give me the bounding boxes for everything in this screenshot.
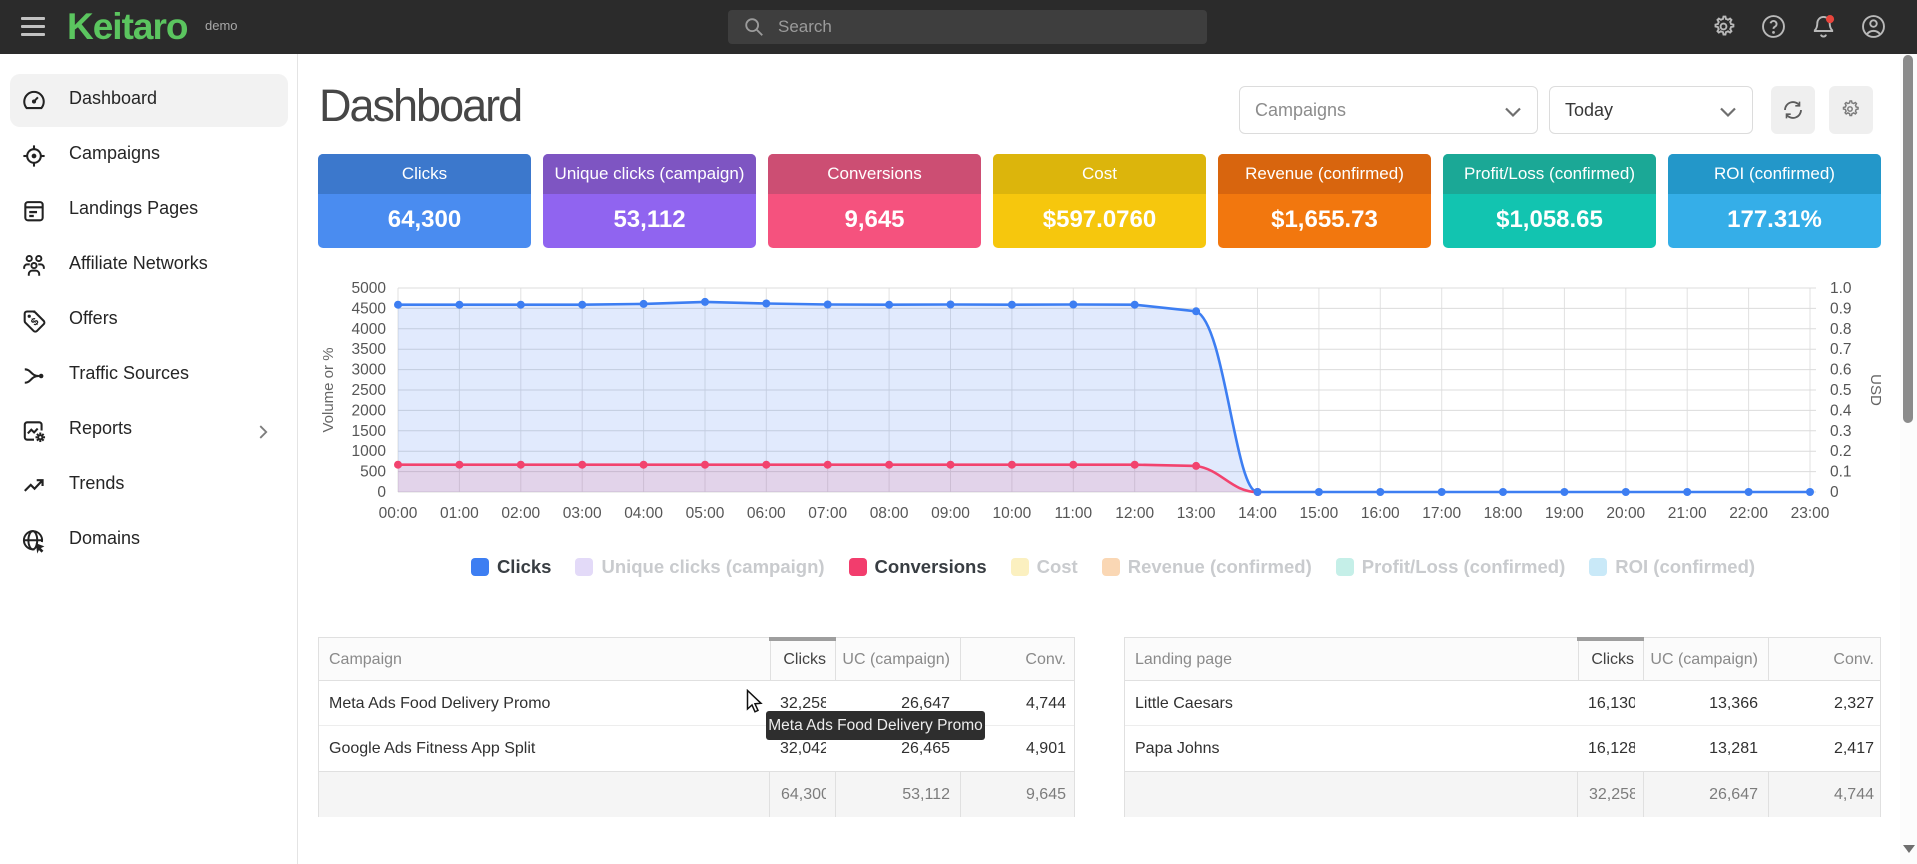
svg-text:14:00: 14:00 — [1238, 505, 1277, 522]
svg-text:Volume or %: Volume or % — [320, 347, 337, 432]
svg-text:21:00: 21:00 — [1668, 505, 1707, 522]
svg-text:USD: USD — [1867, 374, 1884, 406]
svg-text:1.0: 1.0 — [1830, 280, 1852, 297]
svg-text:08:00: 08:00 — [870, 505, 909, 522]
svg-text:0.6: 0.6 — [1830, 362, 1852, 379]
svg-text:0.2: 0.2 — [1830, 443, 1852, 460]
svg-text:500: 500 — [360, 464, 386, 481]
svg-text:19:00: 19:00 — [1545, 505, 1584, 522]
svg-text:07:00: 07:00 — [808, 505, 847, 522]
svg-text:0.4: 0.4 — [1830, 402, 1852, 419]
svg-text:0.1: 0.1 — [1830, 464, 1852, 481]
svg-text:01:00: 01:00 — [440, 505, 479, 522]
svg-text:02:00: 02:00 — [501, 505, 540, 522]
svg-text:0: 0 — [377, 484, 386, 501]
svg-text:0.5: 0.5 — [1830, 382, 1852, 399]
svg-text:10:00: 10:00 — [993, 505, 1032, 522]
svg-text:2000: 2000 — [352, 402, 387, 419]
svg-text:22:00: 22:00 — [1729, 505, 1768, 522]
svg-text:0.7: 0.7 — [1830, 341, 1852, 358]
svg-text:23:00: 23:00 — [1791, 505, 1830, 522]
svg-text:05:00: 05:00 — [686, 505, 725, 522]
svg-text:0.8: 0.8 — [1830, 321, 1852, 338]
svg-text:20:00: 20:00 — [1606, 505, 1645, 522]
svg-text:11:00: 11:00 — [1054, 505, 1092, 522]
svg-text:12:00: 12:00 — [1115, 505, 1154, 522]
svg-text:1000: 1000 — [352, 443, 387, 460]
svg-text:00:00: 00:00 — [379, 505, 418, 522]
svg-text:4500: 4500 — [352, 300, 387, 317]
svg-text:18:00: 18:00 — [1484, 505, 1523, 522]
svg-text:0.9: 0.9 — [1830, 300, 1852, 317]
svg-text:16:00: 16:00 — [1361, 505, 1400, 522]
svg-text:5000: 5000 — [352, 280, 387, 297]
svg-text:17:00: 17:00 — [1422, 505, 1461, 522]
svg-text:15:00: 15:00 — [1300, 505, 1339, 522]
svg-text:04:00: 04:00 — [624, 505, 663, 522]
svg-text:3500: 3500 — [352, 341, 387, 358]
svg-text:4000: 4000 — [352, 321, 387, 338]
svg-text:06:00: 06:00 — [747, 505, 786, 522]
svg-text:0.3: 0.3 — [1830, 423, 1852, 440]
svg-text:03:00: 03:00 — [563, 505, 602, 522]
svg-text:2500: 2500 — [352, 382, 387, 399]
svg-text:0: 0 — [1830, 484, 1839, 501]
svg-text:3000: 3000 — [352, 362, 387, 379]
svg-text:09:00: 09:00 — [931, 505, 970, 522]
svg-text:13:00: 13:00 — [1177, 505, 1216, 522]
svg-text:1500: 1500 — [352, 423, 387, 440]
